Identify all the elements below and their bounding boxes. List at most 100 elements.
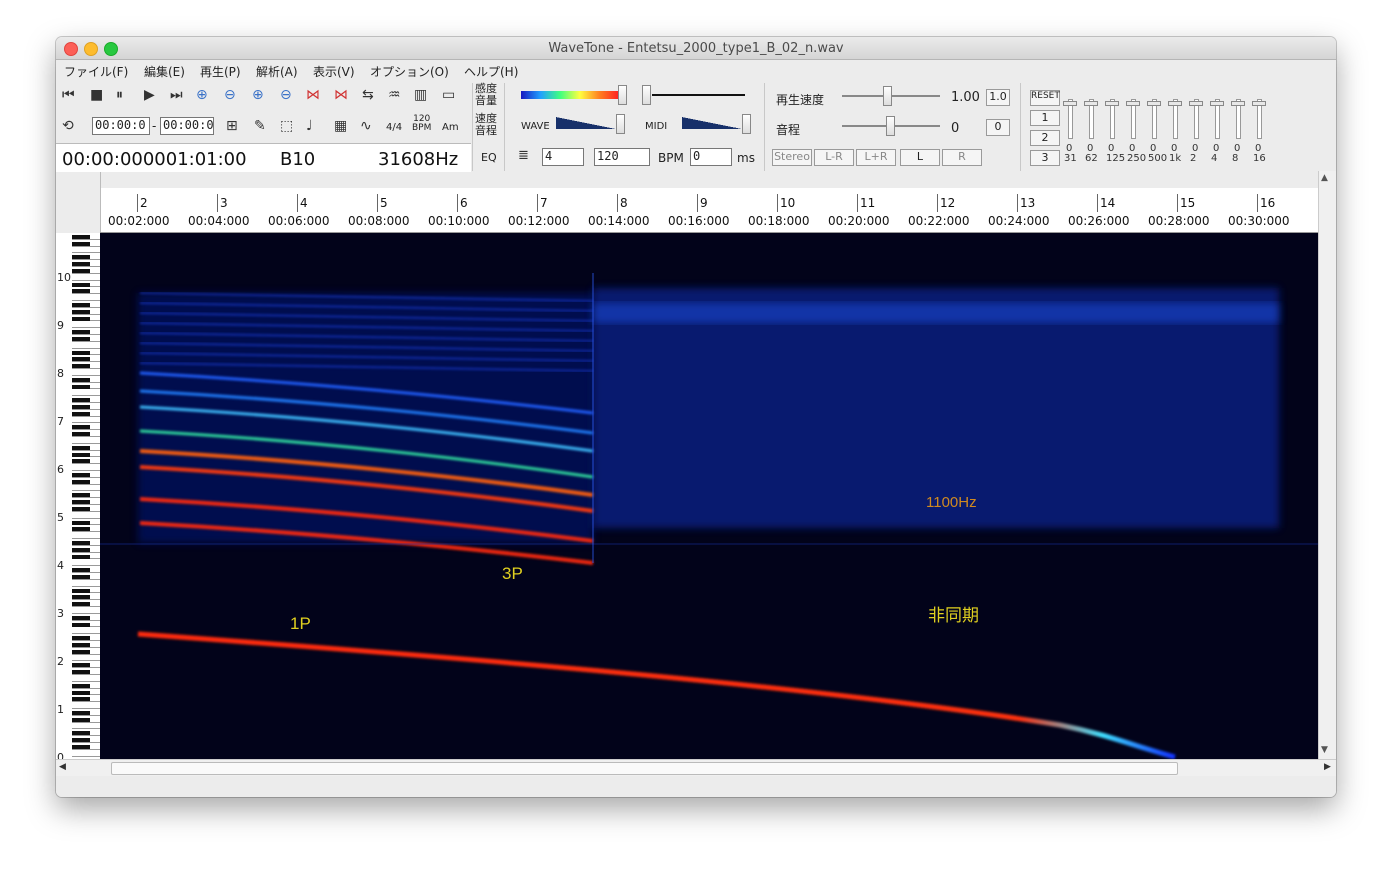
l-plus-r-button[interactable]: L+R (856, 149, 896, 166)
ruler-time: 00:12:000 (508, 214, 570, 228)
eq-band-thumb[interactable] (1105, 101, 1119, 106)
eq-preset-2[interactable]: 2 (1030, 130, 1060, 146)
eq-band-label: 62 (1085, 153, 1098, 164)
eq-band-thumb[interactable] (1147, 101, 1161, 106)
eq-label[interactable]: EQ (481, 151, 497, 164)
ruler-measure: 9 (700, 196, 708, 210)
playback-speed-label: 再生速度 (776, 93, 825, 107)
pitch-thumb[interactable] (886, 116, 895, 136)
tempo-input[interactable]: 120 (594, 148, 650, 166)
eq-band-thumb[interactable] (1231, 101, 1245, 106)
bars-icon[interactable]: ≣ (518, 148, 529, 163)
octave-label: 1 (57, 703, 64, 716)
right-button[interactable]: R (942, 149, 982, 166)
eq-preset-1[interactable]: 1 (1030, 110, 1060, 126)
chord-label[interactable]: Am (442, 122, 459, 133)
annotation-1p: 1P (290, 614, 311, 633)
pitch-label: 音程 (776, 123, 801, 137)
stereo-button[interactable]: Stereo (772, 149, 812, 166)
playback-speed-reset[interactable]: 1.0 (986, 89, 1010, 106)
bpm-small[interactable]: 120 BPM (412, 115, 431, 133)
time-signature[interactable]: 4/4 (386, 122, 402, 133)
eq-band-thumb[interactable] (1252, 101, 1266, 106)
zoom-out-h-icon[interactable]: ⊖ (224, 87, 236, 103)
play-icon[interactable]: ▶ (144, 87, 155, 103)
wave-label: WAVE (521, 121, 550, 132)
note-icon[interactable]: ♩ (306, 118, 313, 134)
ruler-time: 00:30:000 (1228, 214, 1290, 228)
pitch-reset[interactable]: 0 (986, 119, 1010, 136)
octave-label: 4 (57, 559, 64, 572)
scroll-down-icon[interactable]: ▼ (1321, 745, 1328, 755)
octave-label: 5 (57, 511, 64, 524)
freq-readout: 31608Hz (378, 149, 459, 170)
eq-band-label: 4 (1211, 153, 1218, 164)
piano-icon[interactable]: ▥ (414, 87, 427, 103)
zoom-out-v-icon[interactable]: ⊖ (280, 87, 292, 103)
beats-input[interactable]: 4 (542, 148, 584, 166)
expand-icon[interactable]: ⋈ (306, 87, 320, 103)
menu-play[interactable]: 再生(P) (200, 63, 241, 80)
scroll-thumb[interactable] (111, 762, 1178, 775)
eq-band-thumb[interactable] (1126, 101, 1140, 106)
ruler-measure: 3 (220, 196, 228, 210)
pause-icon[interactable]: ⏸ (116, 87, 123, 103)
rewind-icon[interactable]: ⏮ (62, 87, 75, 103)
menu-file[interactable]: ファイル(F) (64, 63, 128, 80)
volume-thumb[interactable] (642, 85, 651, 105)
offset-input[interactable]: 0 (690, 148, 732, 166)
book-icon[interactable]: ▭ (442, 87, 455, 103)
pitch-kanji-label: 音程 (475, 124, 497, 137)
eq-band-label: 2 (1190, 153, 1197, 164)
zoom-in-h-icon[interactable]: ⊕ (196, 87, 208, 103)
piano-keyboard[interactable]: 10 9 8 7 6 5 4 3 2 1 0 (56, 233, 100, 764)
horizontal-scrollbar[interactable]: ◀ ▶ (56, 759, 1336, 776)
playback-speed-thumb[interactable] (883, 86, 892, 106)
stop-icon[interactable]: ■ (90, 87, 103, 103)
scroll-up-icon[interactable]: ▲ (1321, 173, 1328, 183)
menu-options[interactable]: オプション(O) (370, 63, 449, 80)
scroll-right-icon[interactable]: ▶ (1324, 762, 1331, 772)
eq-preset-3[interactable]: 3 (1030, 150, 1060, 166)
loop-start-input[interactable]: 00:00:0 (92, 117, 150, 135)
ruler-time: 00:14:000 (588, 214, 650, 228)
select-icon[interactable]: ⬚ (280, 118, 293, 134)
loop-icon[interactable]: ⟲ (62, 118, 74, 134)
pen-icon[interactable]: ✎ (254, 118, 266, 134)
eq-band-thumb[interactable] (1084, 101, 1098, 106)
eq-band-thumb[interactable] (1189, 101, 1203, 106)
menu-view[interactable]: 表示(V) (313, 63, 355, 80)
loop-end-input[interactable]: 00:00:0 (160, 117, 214, 135)
fast-forward-icon[interactable]: ⏭ (170, 87, 183, 103)
menu-analyze[interactable]: 解析(A) (256, 63, 298, 80)
speed-label: 速度 (475, 112, 497, 125)
curve-icon[interactable]: ∿ (360, 118, 372, 134)
table-icon[interactable]: ▦ (334, 118, 347, 134)
menu-help[interactable]: ヘルプ(H) (464, 63, 518, 80)
menu-edit[interactable]: 編集(E) (144, 63, 185, 80)
scroll-left-icon[interactable]: ◀ (59, 762, 66, 772)
time-ruler[interactable]: 2 00:02:000 3 00:04:000 4 00:06:000 5 00:08:000… (100, 188, 1318, 233)
eq-band-thumb[interactable] (1063, 101, 1077, 106)
swap-icon[interactable]: ⇆ (362, 87, 374, 103)
ruler-measure: 8 (620, 196, 628, 210)
vertical-scrollbar[interactable]: ▲ ▼ (1318, 171, 1336, 760)
waveform-icon[interactable]: ♒ (388, 87, 401, 103)
eq-reset-button[interactable]: RESET (1030, 90, 1060, 106)
spectrogram[interactable]: 3P 1P 1100Hz 非同期 (100, 233, 1318, 759)
eq-band-thumb[interactable] (1210, 101, 1224, 106)
annotation-1100hz: 1100Hz (926, 494, 977, 511)
l-minus-r-button[interactable]: L-R (814, 149, 854, 166)
left-button[interactable]: L (900, 149, 940, 166)
zoom-in-v-icon[interactable]: ⊕ (252, 87, 264, 103)
midi-thumb[interactable] (742, 114, 751, 134)
grid-icon[interactable]: ⊞ (226, 118, 238, 134)
sensitivity-thumb[interactable] (618, 85, 627, 105)
ruler-time: 00:16:000 (668, 214, 730, 228)
ruler-time: 00:24:000 (988, 214, 1050, 228)
ms-label: ms (737, 151, 755, 165)
eq-band-thumb[interactable] (1168, 101, 1182, 106)
ruler-measure: 11 (860, 196, 876, 210)
wave-thumb[interactable] (616, 114, 625, 134)
shrink-icon[interactable]: ⋈ (334, 87, 348, 103)
